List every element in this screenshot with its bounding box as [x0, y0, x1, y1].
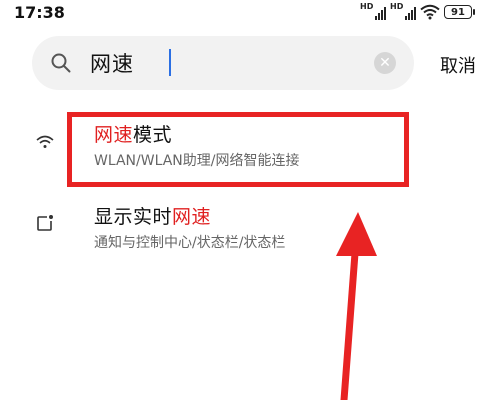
result-title: 显示实时网速 — [94, 202, 211, 229]
cellular-signal-icon: HD — [360, 2, 386, 21]
signal-hd-label-2: HD — [390, 2, 404, 11]
signal-hd-label: HD — [360, 2, 374, 11]
cellular-signal-icon-2: HD — [390, 2, 416, 21]
status-time: 17:38 — [14, 3, 65, 22]
result-title-text: 模式 — [133, 124, 173, 146]
status-bar-icon — [37, 215, 53, 231]
battery-icon: 91 — [444, 5, 475, 19]
result-title: 网速模式 — [94, 120, 172, 147]
search-result-item[interactable]: 显示实时网速 通知与控制中心/状态栏/状态栏 — [0, 190, 502, 270]
close-icon: ✕ — [379, 55, 391, 71]
text-caret — [169, 49, 171, 76]
search-icon — [51, 53, 71, 73]
status-bar: 17:38 HD HD 91 — [0, 0, 502, 28]
search-input[interactable]: 网速 — [90, 48, 134, 78]
search-box[interactable]: 网速 ✕ — [32, 36, 414, 90]
wifi-status-icon — [420, 4, 440, 20]
result-title-highlight: 网速 — [172, 206, 212, 228]
result-subtitle: 通知与控制中心/状态栏/状态栏 — [94, 235, 286, 251]
result-title-text: 显示实时 — [94, 206, 173, 228]
result-title-highlight: 网速 — [94, 124, 134, 146]
battery-level: 91 — [451, 6, 465, 18]
result-subtitle: WLAN/WLAN助理/网络智能连接 — [94, 153, 300, 169]
cancel-button[interactable]: 取消 — [440, 52, 476, 78]
search-result-item[interactable]: 网速模式 WLAN/WLAN助理/网络智能连接 — [0, 108, 502, 188]
clear-search-button[interactable]: ✕ — [374, 52, 396, 74]
status-icons: HD HD 91 — [360, 2, 475, 21]
wifi-icon — [36, 135, 54, 148]
